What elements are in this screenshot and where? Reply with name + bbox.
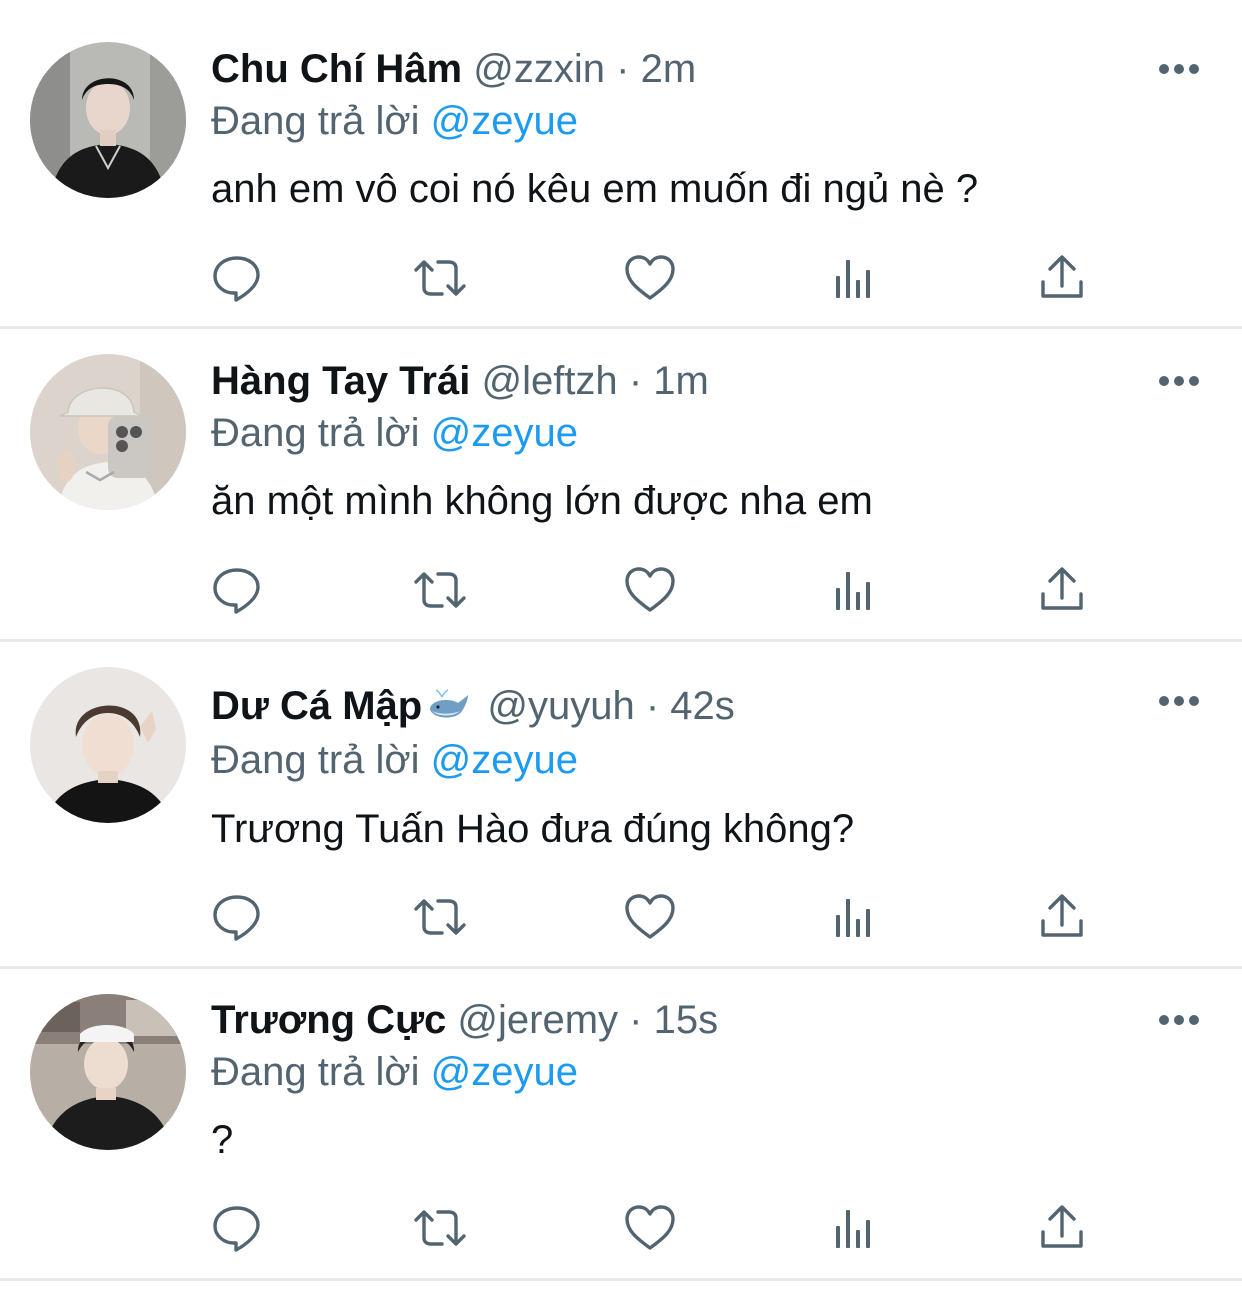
tweet[interactable]: Chu Chí Hâm @zzxin · 2m Đang trả lời @ze… — [0, 0, 1242, 329]
avatar[interactable] — [30, 994, 186, 1150]
timestamp[interactable]: 42s — [670, 684, 735, 728]
share-icon[interactable] — [1036, 252, 1092, 304]
reply-icon[interactable] — [210, 891, 266, 943]
tweet-text: ? — [211, 1118, 234, 1162]
tweet-header: Dư Cá Mập @yuyuh · 42s — [211, 681, 735, 735]
reply-icon[interactable] — [210, 1202, 266, 1254]
reply-icon[interactable] — [210, 564, 266, 616]
avatar[interactable] — [30, 354, 186, 510]
replying-to: Đang trả lời @zeyue — [211, 1047, 578, 1097]
replying-to: Đang trả lời @zeyue — [211, 735, 578, 785]
user-handle[interactable]: @zzxin — [473, 47, 605, 91]
like-icon[interactable] — [622, 891, 678, 943]
timestamp[interactable]: 1m — [653, 359, 709, 403]
more-options-icon[interactable] — [1158, 62, 1200, 76]
tweet[interactable]: Hàng Tay Trái @leftzh · 1m Đang trả lời … — [0, 329, 1242, 642]
views-icon[interactable] — [830, 564, 886, 616]
reply-icon[interactable] — [210, 252, 266, 304]
user-handle[interactable]: @leftzh — [481, 359, 617, 403]
separator-dot: · — [616, 47, 630, 91]
replying-to-label: Đang trả lời — [211, 738, 420, 782]
action-bar — [210, 564, 1110, 616]
display-name[interactable]: Hàng Tay Trái — [211, 359, 470, 403]
like-icon[interactable] — [622, 1202, 678, 1254]
tweet-text: ăn một mình không lớn được nha em — [211, 479, 873, 523]
separator-dot: · — [629, 998, 643, 1042]
share-icon[interactable] — [1036, 891, 1092, 943]
reply-mention-link[interactable]: @zeyue — [431, 738, 578, 782]
display-name[interactable]: Chu Chí Hâm — [211, 47, 462, 91]
user-handle[interactable]: @yuyuh — [487, 684, 634, 728]
timestamp[interactable]: 15s — [654, 998, 719, 1042]
like-icon[interactable] — [622, 252, 678, 304]
whale-icon — [426, 685, 470, 735]
reply-mention-link[interactable]: @zeyue — [431, 99, 578, 143]
like-icon[interactable] — [622, 564, 678, 616]
more-options-icon[interactable] — [1158, 694, 1200, 708]
display-name[interactable]: Dư Cá Mập — [211, 684, 422, 728]
views-icon[interactable] — [830, 1202, 886, 1254]
tweet-header: Hàng Tay Trái @leftzh · 1m — [211, 356, 709, 406]
action-bar — [210, 1202, 1110, 1254]
action-bar — [210, 891, 1110, 943]
replying-to: Đang trả lời @zeyue — [211, 96, 578, 146]
separator-dot: · — [628, 359, 643, 403]
tweet-header: Trương Cực @jeremy · 15s — [211, 995, 718, 1045]
views-icon[interactable] — [830, 891, 886, 943]
reply-mention-link[interactable]: @zeyue — [431, 411, 578, 455]
user-handle[interactable]: @jeremy — [457, 998, 618, 1042]
display-name[interactable]: Trương Cực — [211, 998, 446, 1042]
tweet-header: Chu Chí Hâm @zzxin · 2m — [211, 44, 696, 94]
replying-to-label: Đang trả lời — [211, 99, 420, 143]
replying-to: Đang trả lời @zeyue — [211, 408, 578, 458]
retweet-icon[interactable] — [412, 252, 468, 304]
separator-dot: · — [645, 684, 660, 728]
retweet-icon[interactable] — [412, 891, 468, 943]
timestamp[interactable]: 2m — [641, 47, 697, 91]
tweet[interactable]: Trương Cực @jeremy · 15s Đang trả lời @z… — [0, 969, 1242, 1281]
retweet-icon[interactable] — [412, 1202, 468, 1254]
more-options-icon[interactable] — [1158, 1013, 1200, 1027]
share-icon[interactable] — [1036, 1202, 1092, 1254]
retweet-icon[interactable] — [412, 564, 468, 616]
avatar[interactable] — [30, 667, 186, 823]
avatar[interactable] — [30, 42, 186, 198]
replying-to-label: Đang trả lời — [211, 411, 420, 455]
action-bar — [210, 252, 1110, 304]
views-icon[interactable] — [830, 252, 886, 304]
reply-mention-link[interactable]: @zeyue — [431, 1050, 578, 1094]
share-icon[interactable] — [1036, 564, 1092, 616]
tweet[interactable]: Dư Cá Mập @yuyuh · 42s Đang trả lời @zey… — [0, 642, 1242, 969]
more-options-icon[interactable] — [1158, 374, 1200, 388]
tweet-text: anh em vô coi nó kêu em muốn đi ngủ nè ? — [211, 167, 979, 211]
replying-to-label: Đang trả lời — [211, 1050, 420, 1094]
tweet-text: Trương Tuấn Hào đưa đúng không? — [211, 807, 855, 851]
